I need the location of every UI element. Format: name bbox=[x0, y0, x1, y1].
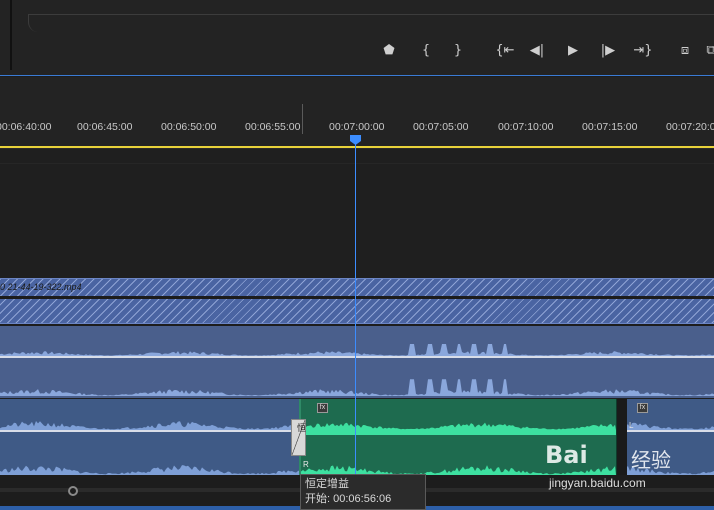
clip-name: 0 21-44-19-322.mp4 bbox=[0, 282, 82, 292]
fx-badge[interactable]: fx bbox=[317, 403, 328, 413]
step-back-button[interactable]: ◀| bbox=[526, 41, 548, 61]
channel-right-label: R bbox=[303, 460, 309, 469]
track-separator bbox=[0, 163, 714, 164]
tick-label: 00:07:15:00 bbox=[582, 121, 638, 133]
video-clip[interactable]: 0 21-44-19-322.mp4 bbox=[0, 278, 714, 324]
tick-label: 00:06:40:00 bbox=[0, 121, 52, 133]
step-forward-button[interactable]: |▶ bbox=[597, 41, 619, 61]
play-button[interactable]: ▶ bbox=[562, 41, 584, 61]
tick-label: 00:07:05:00 bbox=[413, 121, 469, 133]
volume-line[interactable] bbox=[0, 356, 714, 358]
go-to-in-button[interactable]: {⇤ bbox=[492, 41, 518, 61]
go-to-out-button[interactable]: ⇥} bbox=[630, 41, 656, 61]
lift-button[interactable]: ⧈ bbox=[674, 41, 696, 61]
tooltip-start: 开始: 00:06:56:06 bbox=[305, 493, 392, 505]
panel-divider[interactable] bbox=[10, 0, 12, 70]
channel-left-label: L bbox=[629, 421, 634, 430]
video-track-empty[interactable] bbox=[0, 148, 714, 278]
audio-waveform bbox=[0, 344, 714, 396]
tooltip-title: 恒定增益 bbox=[305, 478, 349, 490]
fx-badge[interactable]: fx bbox=[637, 403, 648, 413]
clip-divider bbox=[0, 296, 714, 299]
transition-tooltip: 恒定增益 开始: 00:06:56:06 bbox=[300, 474, 426, 510]
add-marker-button[interactable]: ⬟ bbox=[378, 41, 400, 61]
audio-track-1[interactable] bbox=[0, 326, 714, 398]
watermark-url: jingyan.baidu.com bbox=[549, 476, 646, 490]
tick-label: 00:06:55:00 bbox=[245, 121, 301, 133]
transition-label: 恒 bbox=[297, 423, 307, 433]
playhead-line bbox=[355, 140, 356, 480]
tick-label: 00:06:45:00 bbox=[77, 121, 133, 133]
premiere-workspace: ⬟ { } {⇤ ◀| ▶ |▶ ⇥} ⧈ ⧉ 00:06:40:00 00:0… bbox=[0, 0, 714, 510]
zoom-handle[interactable] bbox=[68, 486, 78, 496]
tick-label: 00:06:50:00 bbox=[161, 121, 217, 133]
mark-out-button[interactable]: } bbox=[447, 41, 469, 61]
watermark-logo-cn: 经验 bbox=[631, 450, 671, 472]
baidu-watermark: Bai 经验 jingyan.baidu.com bbox=[545, 441, 695, 491]
volume-line[interactable] bbox=[301, 430, 616, 435]
tick-label: 00:07:20:00 bbox=[666, 121, 714, 133]
mark-in-button[interactable]: { bbox=[415, 41, 437, 61]
program-monitor: ⬟ { } {⇤ ◀| ▶ |▶ ⇥} ⧈ ⧉ bbox=[0, 0, 714, 76]
watermark-logo: Bai bbox=[545, 441, 588, 469]
extract-button[interactable]: ⧉ bbox=[700, 41, 714, 61]
tick-label: 00:07:10:00 bbox=[498, 121, 554, 133]
tick-label: 00:07:00:00 bbox=[329, 121, 385, 133]
ruler-marker bbox=[302, 104, 303, 134]
monitor-scrub-bar[interactable] bbox=[28, 14, 714, 32]
